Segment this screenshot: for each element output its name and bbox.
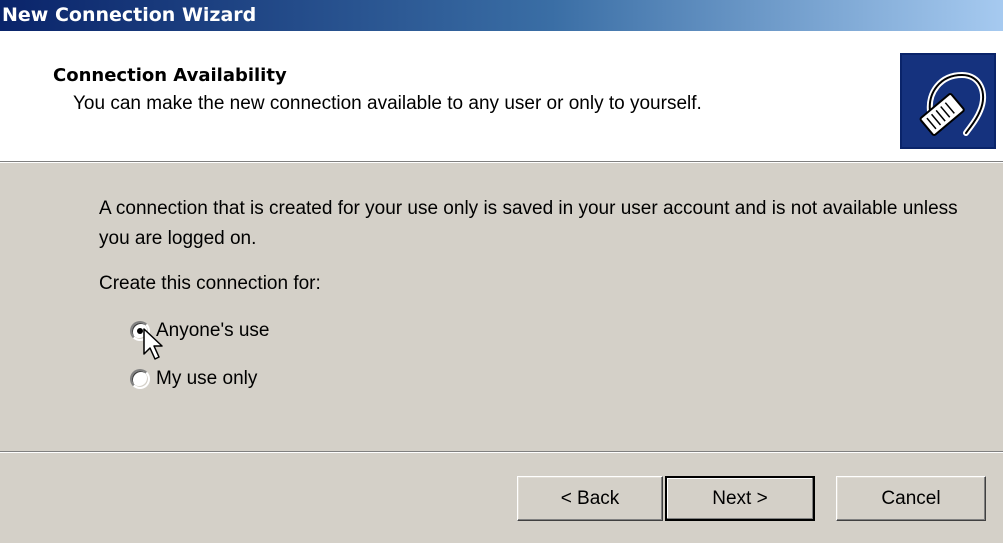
page-subtitle: You can make the new connection availabl…: [73, 93, 702, 114]
back-button[interactable]: < Back: [517, 476, 663, 521]
network-cable-icon: [900, 53, 996, 149]
radio-button-unselected[interactable]: [130, 369, 150, 389]
next-button[interactable]: Next >: [665, 476, 815, 521]
footer-divider: [0, 451, 1003, 453]
radio-my-use-only[interactable]: My use only: [130, 366, 257, 392]
option-group-label: Create this connection for:: [99, 273, 321, 294]
radio-label-anyones-use[interactable]: Anyone's use: [156, 320, 269, 342]
window-title-bar[interactable]: New Connection Wizard: [0, 0, 1003, 31]
radio-anyones-use[interactable]: Anyone's use: [130, 318, 269, 344]
wizard-header: Connection Availability You can make the…: [0, 31, 1003, 161]
window-title: New Connection Wizard: [2, 4, 257, 26]
header-divider: [0, 161, 1003, 163]
radio-label-my-use-only[interactable]: My use only: [156, 368, 257, 390]
description-text: A connection that is created for your us…: [99, 198, 958, 249]
page-title: Connection Availability: [53, 65, 287, 86]
radio-button-selected[interactable]: [130, 321, 150, 341]
cancel-button[interactable]: Cancel: [836, 476, 986, 521]
